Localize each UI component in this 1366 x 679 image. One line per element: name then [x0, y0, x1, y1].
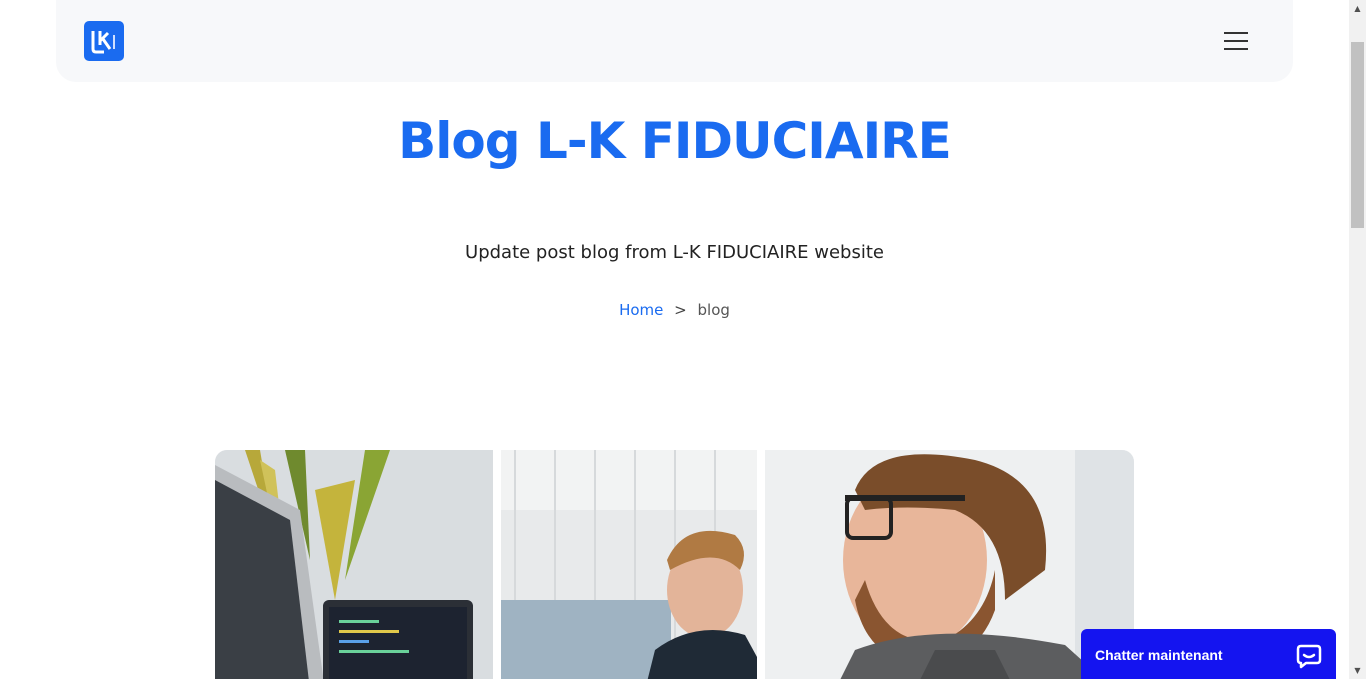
- breadcrumb: Home > blog: [0, 301, 1349, 319]
- page-scrollbar[interactable]: ▲ ▼: [1349, 0, 1366, 679]
- menu-toggle-button[interactable]: [1224, 30, 1250, 52]
- top-navbar: [56, 0, 1293, 82]
- scroll-thumb[interactable]: [1351, 42, 1364, 228]
- chat-label: Chatter maintenant: [1095, 647, 1223, 663]
- office-photo: [215, 450, 1134, 679]
- logo-icon: [91, 31, 115, 54]
- scroll-down-arrow-icon[interactable]: ▼: [1349, 662, 1366, 679]
- hamburger-line: [1224, 40, 1248, 42]
- hamburger-line: [1224, 48, 1248, 50]
- chat-widget-button[interactable]: Chatter maintenant: [1081, 629, 1336, 679]
- page-subtitle: Update post blog from L-K FIDUCIAIRE web…: [465, 242, 884, 263]
- breadcrumb-home-link[interactable]: Home: [619, 301, 663, 319]
- hamburger-line: [1224, 32, 1248, 34]
- scroll-up-arrow-icon[interactable]: ▲: [1349, 0, 1366, 17]
- chat-bubble-icon: [1296, 644, 1322, 669]
- page-title: Blog L-K FIDUCIAIRE: [398, 112, 952, 170]
- featured-image[interactable]: [215, 450, 1134, 679]
- breadcrumb-current: blog: [697, 301, 730, 319]
- brand-logo[interactable]: [84, 21, 124, 61]
- breadcrumb-separator: >: [674, 301, 687, 319]
